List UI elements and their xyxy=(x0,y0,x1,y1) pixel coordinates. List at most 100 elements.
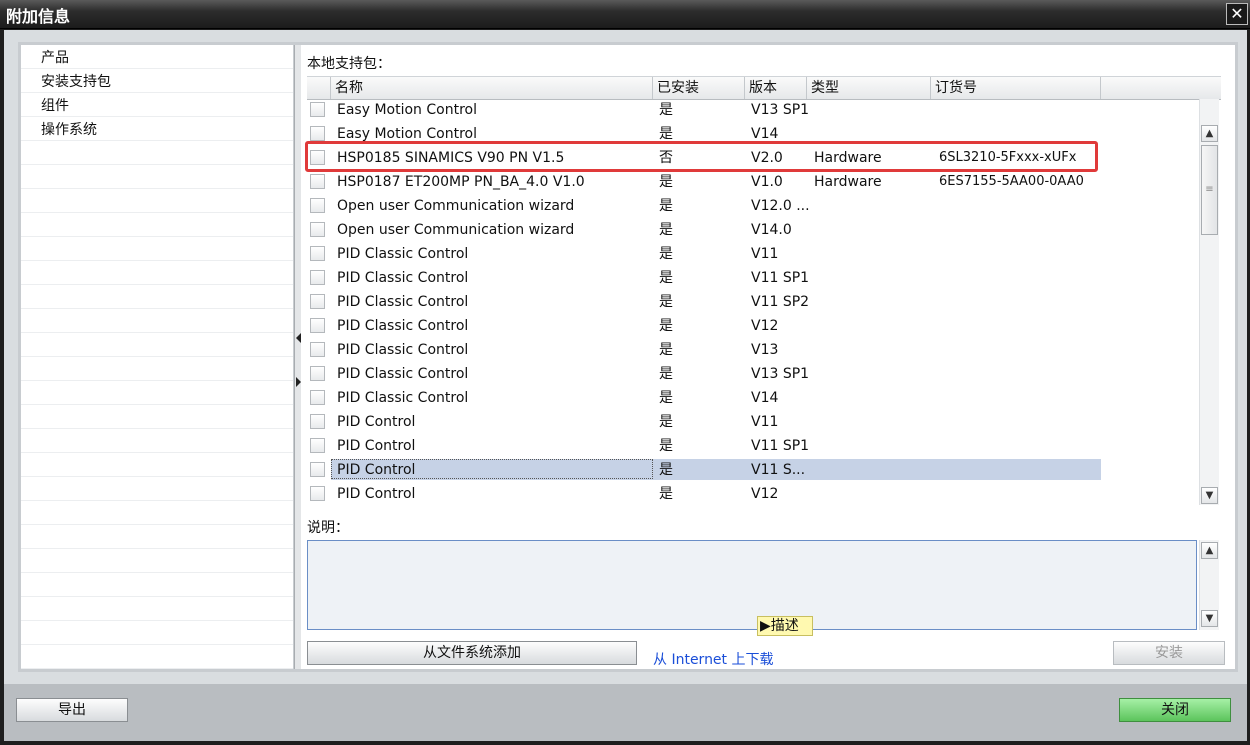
description-tab-label: 描述 xyxy=(770,618,799,634)
cell-version: V13 SP1 xyxy=(751,102,810,118)
row-checkbox[interactable] xyxy=(310,366,325,381)
cell-name: PID Classic Control xyxy=(337,390,469,406)
title-bar: 附加信息 ✕ xyxy=(0,0,1250,29)
row-checkbox[interactable] xyxy=(310,318,325,333)
table-row[interactable]: Easy Motion Control 是 V13 SP1 xyxy=(307,99,1197,122)
table-row[interactable]: PID Classic Control 是 V11 xyxy=(307,242,1197,266)
row-checkbox[interactable] xyxy=(310,486,325,501)
list-scrollbar[interactable]: ▲ ≡ ▼ xyxy=(1199,99,1219,505)
cell-version: V14.0 xyxy=(751,222,792,238)
table-row[interactable]: PID Control 是 V11 S... xyxy=(307,458,1197,482)
nav-item-products[interactable]: 产品 xyxy=(41,47,69,69)
table-row[interactable]: PID Control 是 V12 xyxy=(307,482,1197,505)
cell-installed: 是 xyxy=(659,390,673,406)
cell-installed: 是 xyxy=(659,102,673,118)
description-box xyxy=(307,540,1197,630)
row-checkbox[interactable] xyxy=(310,414,325,429)
cell-installed: 是 xyxy=(659,198,673,214)
cell-version: V14 xyxy=(751,126,779,142)
support-package-pane: 本地支持包： 名称 已安装 版本 类型 订货号 Easy Motion Cont… xyxy=(301,45,1235,669)
cell-version: V12.0 ... xyxy=(751,198,810,214)
row-checkbox[interactable] xyxy=(310,438,325,453)
chevron-down-icon[interactable]: ▼ xyxy=(1201,610,1218,627)
description-scrollbar[interactable]: ▲ ▼ xyxy=(1199,540,1219,630)
column-header-type[interactable]: 类型 xyxy=(807,77,931,99)
nav-item-os[interactable]: 操作系统 xyxy=(41,119,97,141)
row-checkbox[interactable] xyxy=(310,270,325,285)
content-area: 产品 安装支持包 组件 操作系统 本地支持包： 名称 已安装 版本 类型 订货号… xyxy=(18,42,1238,672)
cell-installed: 是 xyxy=(659,246,673,262)
row-checkbox[interactable] xyxy=(310,462,325,477)
table-row[interactable]: HSP0185 SINAMICS V90 PN V1.5 否 V2.0 Hardwar… xyxy=(307,146,1197,170)
table-row[interactable]: Open user Communication wizard 是 V12.0 ... xyxy=(307,194,1197,218)
column-header-order-number[interactable]: 订货号 xyxy=(931,77,1101,99)
column-header-version[interactable]: 版本 xyxy=(745,77,807,99)
window-close-button[interactable]: ✕ xyxy=(1226,3,1248,25)
row-checkbox[interactable] xyxy=(310,174,325,189)
table-row[interactable]: HSP0187 ET200MP PN_BA_4.0 V1.0 是 V1.0 Hardw… xyxy=(307,170,1197,194)
row-checkbox[interactable] xyxy=(310,246,325,261)
table-row[interactable]: PID Classic Control 是 V13 SP1 xyxy=(307,362,1197,386)
row-checkbox[interactable] xyxy=(310,126,325,141)
add-from-filesystem-button[interactable]: 从文件系统添加 xyxy=(307,641,637,665)
cell-version: V1.0 xyxy=(751,174,783,190)
bottom-bar: 导出 关闭 xyxy=(4,684,1247,741)
cell-version: V11 SP1 xyxy=(751,270,810,286)
package-list: Easy Motion Control 是 V13 SP1 Easy Motion C… xyxy=(307,99,1197,505)
table-row[interactable]: PID Classic Control 是 V13 xyxy=(307,338,1197,362)
cell-name: Easy Motion Control xyxy=(337,126,477,142)
column-header-name[interactable]: 名称 xyxy=(331,77,653,99)
export-button[interactable]: 导出 xyxy=(16,698,128,722)
chevron-up-icon[interactable]: ▲ xyxy=(1201,542,1218,559)
dialog-window: 产品 安装支持包 组件 操作系统 本地支持包： 名称 已安装 版本 类型 订货号… xyxy=(4,30,1247,741)
cell-name: PID Control xyxy=(337,462,416,478)
column-header-installed[interactable]: 已安装 xyxy=(653,77,745,99)
table-row[interactable]: PID Control 是 V11 xyxy=(307,410,1197,434)
cell-version: V11 xyxy=(751,414,779,430)
row-checkbox[interactable] xyxy=(310,294,325,309)
cell-version: V11 S... xyxy=(751,462,806,478)
cell-installed: 是 xyxy=(659,486,673,502)
install-button[interactable]: 安装 xyxy=(1113,641,1225,665)
cell-version: V13 xyxy=(751,342,779,358)
row-checkbox[interactable] xyxy=(310,198,325,213)
nav-item-components[interactable]: 组件 xyxy=(41,95,69,117)
column-header-empty xyxy=(1101,77,1221,99)
cell-version: V11 SP2 xyxy=(751,294,810,310)
cell-type: Hardware xyxy=(814,174,882,190)
table-row[interactable]: PID Classic Control 是 V11 SP1 xyxy=(307,266,1197,290)
nav-item-support-packages[interactable]: 安装支持包 xyxy=(41,71,111,93)
local-packages-label: 本地支持包： xyxy=(307,56,391,72)
cell-order-number: 6ES7155-5AA00-0AA0 xyxy=(939,174,1084,189)
list-scroll-thumb[interactable]: ≡ xyxy=(1201,145,1218,235)
table-row[interactable]: Open user Communication wizard 是 V14.0 xyxy=(307,218,1197,242)
table-row[interactable]: PID Control 是 V11 SP1 xyxy=(307,434,1197,458)
table-row[interactable]: PID Classic Control 是 V12 xyxy=(307,314,1197,338)
row-checkbox[interactable] xyxy=(310,102,325,117)
cell-name: HSP0185 SINAMICS V90 PN V1.5 xyxy=(337,150,565,166)
cell-name: PID Classic Control xyxy=(337,294,469,310)
cell-version: V14 xyxy=(751,390,779,406)
table-row[interactable]: PID Classic Control 是 V11 SP2 xyxy=(307,290,1197,314)
cell-name: HSP0187 ET200MP PN_BA_4.0 V1.0 xyxy=(337,174,585,190)
triangle-right-icon: ▶ xyxy=(760,618,771,634)
cell-name: Easy Motion Control xyxy=(337,102,477,118)
table-row[interactable]: Easy Motion Control 是 V14 xyxy=(307,122,1197,146)
cell-version: V12 xyxy=(751,318,779,334)
chevron-down-icon[interactable]: ▼ xyxy=(1201,487,1218,504)
cell-installed: 是 xyxy=(659,126,673,142)
row-checkbox[interactable] xyxy=(310,390,325,405)
download-from-internet-link[interactable]: 从 Internet 上下载 xyxy=(653,649,774,669)
row-checkbox[interactable] xyxy=(310,150,325,165)
chevron-up-icon[interactable]: ▲ xyxy=(1201,125,1218,142)
row-checkbox[interactable] xyxy=(310,342,325,357)
splitter[interactable] xyxy=(294,45,301,669)
cell-name: PID Classic Control xyxy=(337,366,469,382)
close-button[interactable]: 关闭 xyxy=(1119,698,1231,722)
window-title: 附加信息 xyxy=(6,7,71,26)
description-label: 说明： xyxy=(307,520,349,536)
row-checkbox[interactable] xyxy=(310,222,325,237)
cell-installed: 否 xyxy=(659,150,673,166)
table-row[interactable]: PID Classic Control 是 V14 xyxy=(307,386,1197,410)
description-tab[interactable]: ▶描述 xyxy=(757,616,813,636)
